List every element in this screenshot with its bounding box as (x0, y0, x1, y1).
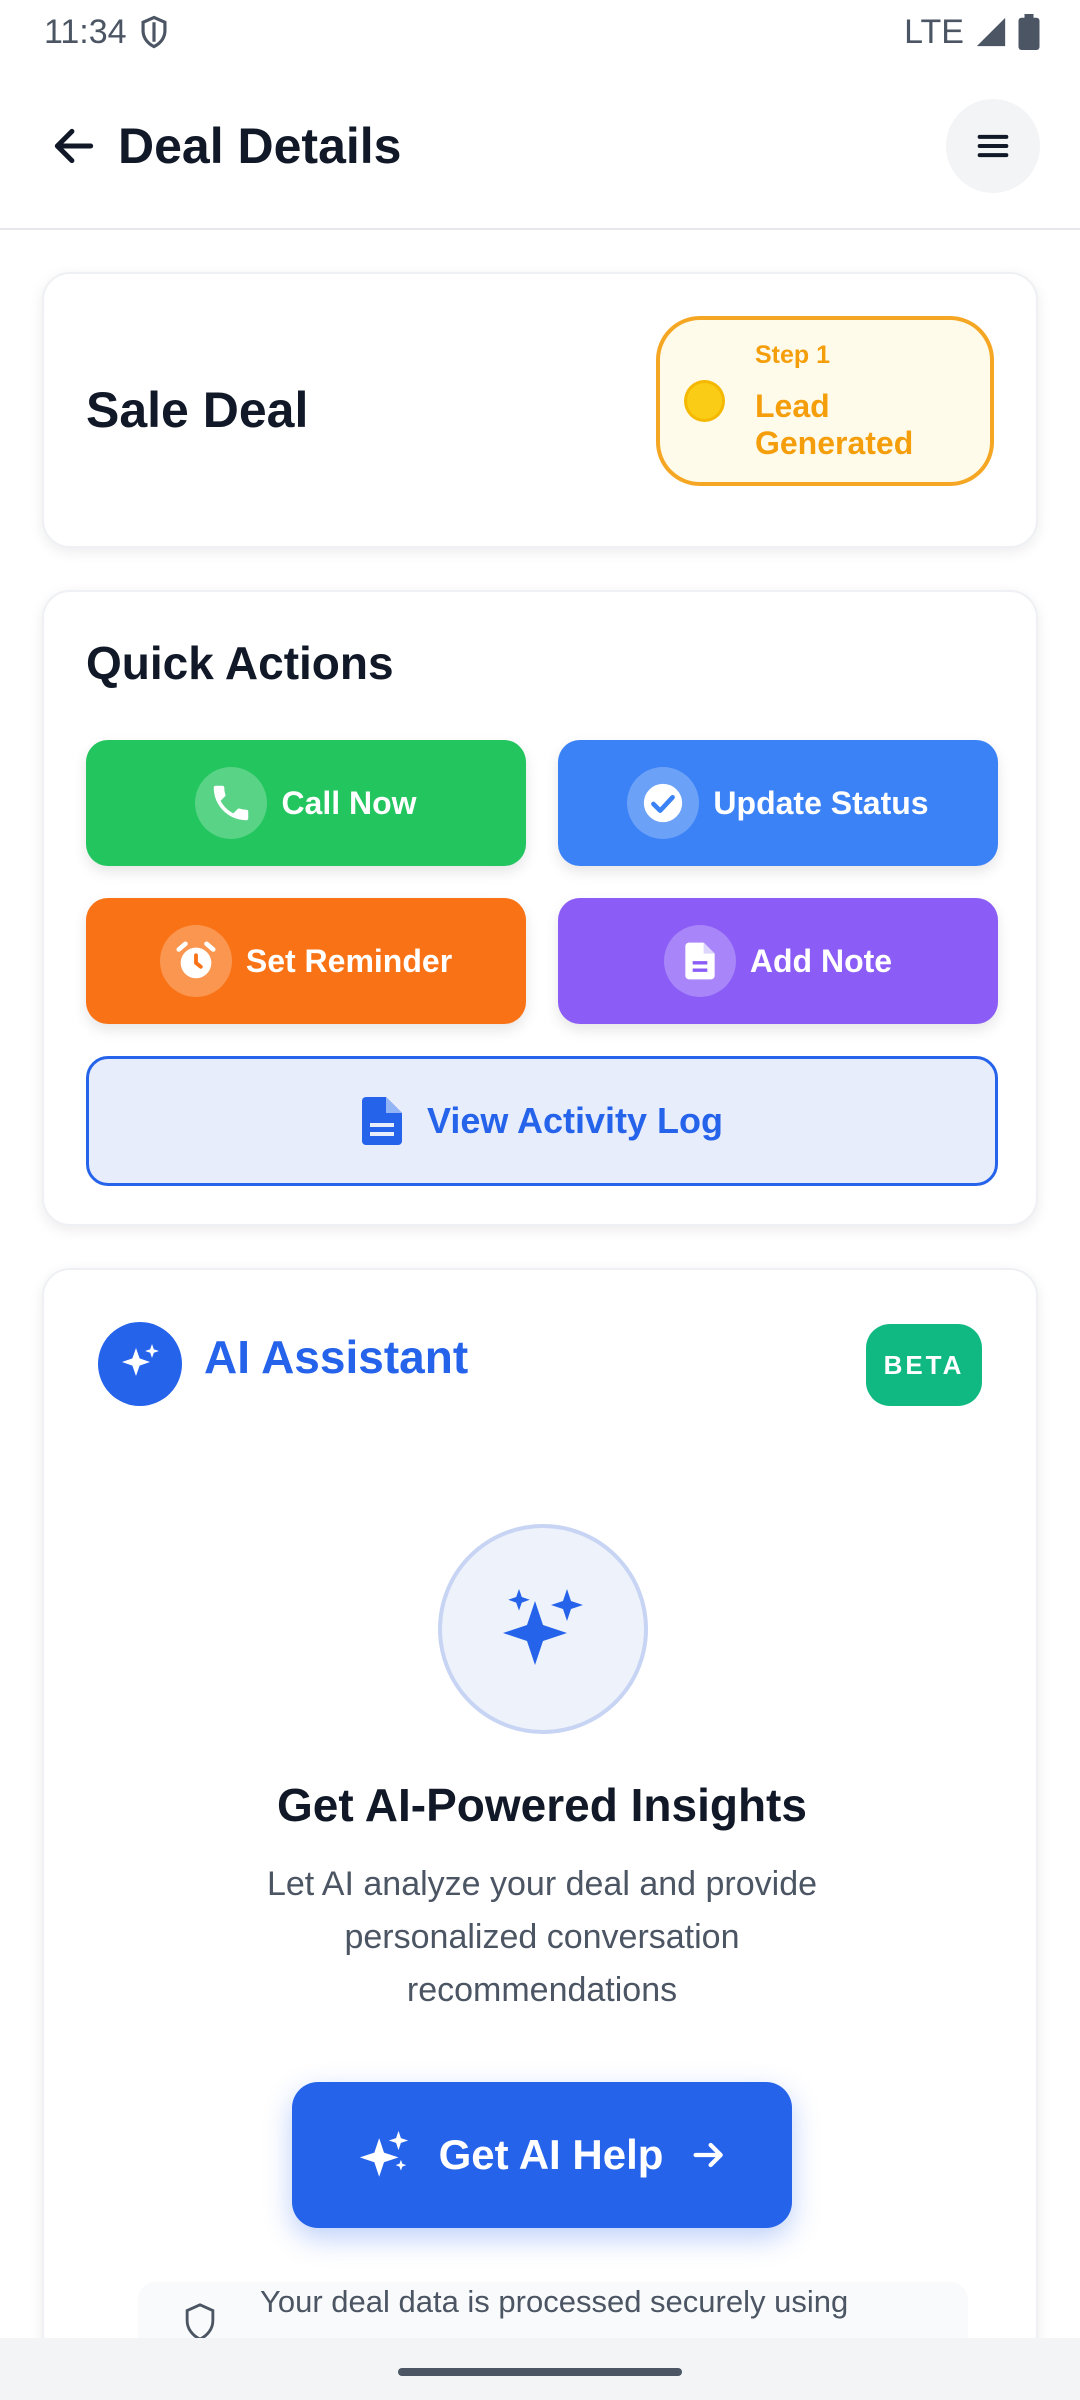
sparkles-hero-icon (438, 1524, 648, 1734)
status-right: LTE (904, 13, 1040, 52)
menu-button[interactable] (946, 99, 1040, 193)
shield-status-icon (141, 15, 167, 49)
ai-assistant-card: AI Assistant BETA Get AI-Powered Insight… (42, 1268, 1038, 2400)
ai-assistant-title: AI Assistant (204, 1331, 469, 1383)
shield-icon (185, 2303, 215, 2341)
ai-heading: Get AI-Powered Insights (277, 1779, 807, 1831)
stage-dot-icon (684, 380, 725, 422)
update-status-label: Update Status (713, 784, 929, 821)
phone-icon (195, 767, 268, 839)
secure-note-text: Your deal data is processed securely usi… (260, 2284, 849, 2319)
stage-step-number: Step 1 (754, 340, 831, 369)
gesture-nav-area (0, 2338, 1080, 2400)
sparkles-icon (98, 1322, 182, 1406)
beta-badge: BETA (866, 1324, 982, 1406)
view-activity-log-button[interactable]: View Activity Log (86, 1056, 998, 1186)
status-bar: 11:34 LTE (0, 0, 1080, 64)
sparkles-icon (359, 2130, 408, 2177)
add-note-label: Add Note (749, 942, 893, 979)
home-gesture-bar[interactable] (398, 2368, 682, 2376)
call-now-label: Call Now (281, 784, 417, 821)
deal-card: Sale Deal Step 1 Lead Generated (42, 272, 1038, 548)
signal-icon (976, 17, 1006, 47)
check-circle-icon (627, 767, 700, 839)
deal-title: Sale Deal (86, 382, 309, 438)
page-title: Deal Details (118, 118, 402, 174)
deal-stage-badge[interactable]: Step 1 Lead Generated (656, 316, 994, 486)
set-reminder-button[interactable]: Set Reminder (86, 898, 526, 1024)
ai-description: Let AI analyze your deal and provide per… (266, 1865, 818, 2009)
quick-actions-card: Quick Actions Call Now Update Status Set… (42, 590, 1038, 1226)
battery-icon (1018, 14, 1040, 50)
status-left: 11:34 (44, 13, 169, 52)
arrow-left-icon (54, 128, 94, 164)
call-now-button[interactable]: Call Now (86, 740, 526, 866)
network-label: LTE (904, 12, 964, 51)
quick-actions-title: Quick Actions (86, 637, 394, 689)
arrow-right-icon (693, 2142, 724, 2168)
app-bar: Deal Details (0, 64, 1080, 230)
view-activity-log-label: View Activity Log (426, 1100, 724, 1141)
document-icon (663, 925, 736, 997)
status-time: 11:34 (44, 12, 127, 51)
get-ai-help-button[interactable]: Get AI Help (292, 2082, 792, 2228)
stage-texts: Step 1 Lead Generated (755, 341, 990, 462)
get-ai-help-label: Get AI Help (438, 2131, 664, 2178)
stage-label: Lead Generated (754, 387, 914, 461)
alarm-clock-icon (159, 925, 232, 997)
hamburger-menu-icon (977, 134, 1009, 158)
back-button[interactable] (44, 116, 104, 176)
add-note-button[interactable]: Add Note (558, 898, 998, 1024)
set-reminder-label: Set Reminder (245, 942, 453, 979)
update-status-button[interactable]: Update Status (558, 740, 998, 866)
document-icon (361, 1097, 402, 1145)
